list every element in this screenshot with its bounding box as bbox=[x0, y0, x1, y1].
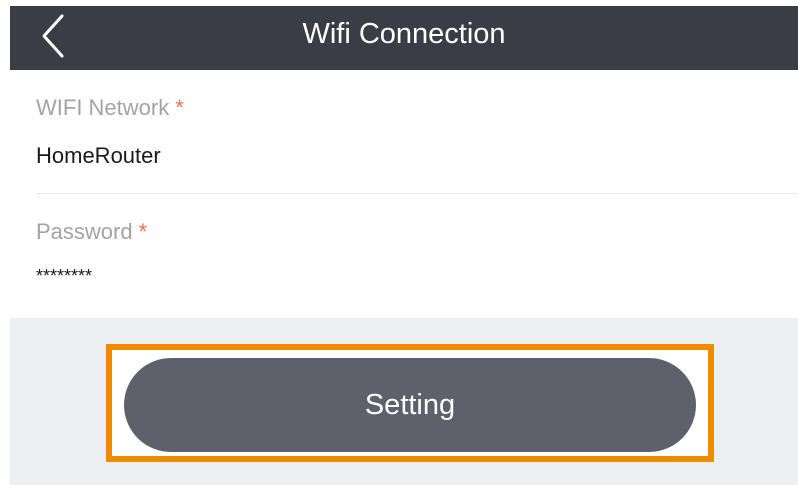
wifi-network-input[interactable] bbox=[36, 142, 736, 170]
password-label-text: Password bbox=[36, 219, 133, 244]
setting-button[interactable]: Setting bbox=[124, 358, 696, 452]
wifi-network-label: WIFI Network * bbox=[36, 94, 184, 122]
wifi-form: WIFI Network* Password* ******** bbox=[10, 70, 798, 318]
password-input[interactable]: ******** bbox=[36, 262, 736, 290]
required-marker: * bbox=[138, 219, 148, 244]
password-field: Password * ******** bbox=[10, 194, 798, 318]
top-nav-bar: Wifi Connection bbox=[10, 6, 798, 70]
wifi-network-field: WIFI Network * bbox=[10, 70, 798, 194]
required-marker: * bbox=[175, 95, 184, 120]
page-title: Wifi Connection bbox=[302, 18, 506, 50]
wifi-connection-screen: Wifi Connection WIFI Network* Password* … bbox=[0, 0, 798, 485]
password-label: Password * bbox=[36, 218, 147, 246]
wifi-network-label-text: WIFI Network bbox=[36, 95, 170, 120]
